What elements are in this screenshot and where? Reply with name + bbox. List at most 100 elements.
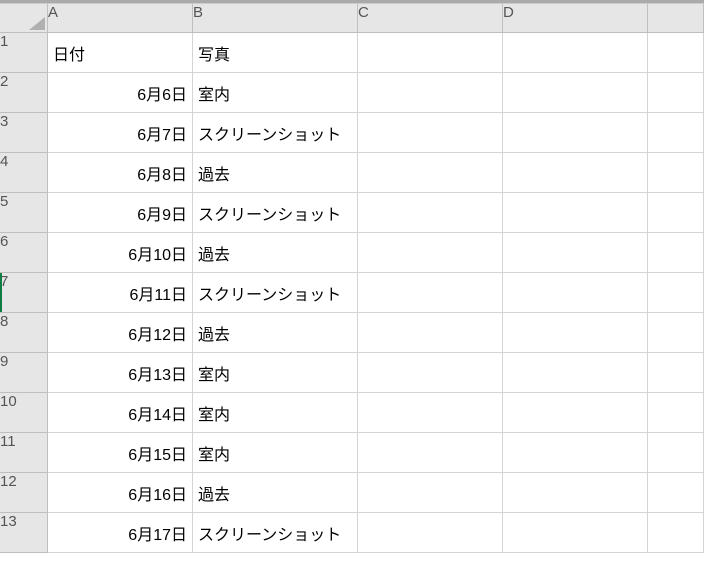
- cell-A9[interactable]: 6月13日: [48, 353, 193, 393]
- cell-C3[interactable]: [358, 113, 503, 153]
- row-header[interactable]: 8: [0, 313, 48, 353]
- cell-value: 過去: [198, 321, 230, 345]
- cell-E5-partial[interactable]: [648, 193, 704, 233]
- col-label: D: [503, 4, 514, 21]
- row-num: 12: [0, 473, 17, 490]
- cell-value: スクリーンショット: [198, 521, 341, 545]
- cell-C2[interactable]: [358, 73, 503, 113]
- cell-D9[interactable]: [503, 353, 648, 393]
- cell-E12-partial[interactable]: [648, 473, 704, 513]
- cell-value: 過去: [198, 161, 230, 185]
- row-header[interactable]: 12: [0, 473, 48, 513]
- row-header[interactable]: 10: [0, 393, 48, 433]
- cell-D5[interactable]: [503, 193, 648, 233]
- cell-E7-partial[interactable]: [648, 273, 704, 313]
- cell-B5[interactable]: スクリーンショット: [193, 193, 358, 233]
- cell-value: 6月12日: [128, 321, 187, 345]
- cell-value: スクリーンショット: [198, 281, 341, 305]
- cell-C7[interactable]: [358, 273, 503, 313]
- cell-B3[interactable]: スクリーンショット: [193, 113, 358, 153]
- row-header[interactable]: 6: [0, 233, 48, 273]
- cell-D2[interactable]: [503, 73, 648, 113]
- cell-E8-partial[interactable]: [648, 313, 704, 353]
- cell-value: 室内: [198, 401, 230, 425]
- cell-C10[interactable]: [358, 393, 503, 433]
- cell-D10[interactable]: [503, 393, 648, 433]
- row-header[interactable]: 13: [0, 513, 48, 553]
- col-label: A: [48, 4, 58, 21]
- cell-E9-partial[interactable]: [648, 353, 704, 393]
- cell-B12[interactable]: 過去: [193, 473, 358, 513]
- cell-D3[interactable]: [503, 113, 648, 153]
- row-header[interactable]: 11: [0, 433, 48, 473]
- cell-B10[interactable]: 室内: [193, 393, 358, 433]
- cell-C8[interactable]: [358, 313, 503, 353]
- cell-A12[interactable]: 6月16日: [48, 473, 193, 513]
- cell-D1[interactable]: [503, 33, 648, 73]
- cell-B2[interactable]: 室内: [193, 73, 358, 113]
- cell-A2[interactable]: 6月6日: [48, 73, 193, 113]
- spreadsheet-grid[interactable]: A B C D 1 日付 写真 2 6月6日 室内 3 6月7日 スクリーンショ…: [0, 3, 704, 553]
- cell-A7[interactable]: 6月11日: [48, 273, 193, 313]
- cell-E3-partial[interactable]: [648, 113, 704, 153]
- cell-D11[interactable]: [503, 433, 648, 473]
- cell-D6[interactable]: [503, 233, 648, 273]
- row-header[interactable]: 3: [0, 113, 48, 153]
- cell-A5[interactable]: 6月9日: [48, 193, 193, 233]
- cell-B4[interactable]: 過去: [193, 153, 358, 193]
- cell-A13[interactable]: 6月17日: [48, 513, 193, 553]
- cell-C12[interactable]: [358, 473, 503, 513]
- col-header-B[interactable]: B: [193, 4, 358, 33]
- cell-C9[interactable]: [358, 353, 503, 393]
- cell-E4-partial[interactable]: [648, 153, 704, 193]
- row-header[interactable]: 2: [0, 73, 48, 113]
- cell-D13[interactable]: [503, 513, 648, 553]
- cell-C5[interactable]: [358, 193, 503, 233]
- cell-E10-partial[interactable]: [648, 393, 704, 433]
- cell-C13[interactable]: [358, 513, 503, 553]
- cell-value: 6月7日: [137, 121, 187, 145]
- cell-D12[interactable]: [503, 473, 648, 513]
- row-header[interactable]: 7: [0, 273, 48, 313]
- cell-B11[interactable]: 室内: [193, 433, 358, 473]
- cell-C11[interactable]: [358, 433, 503, 473]
- col-header-partial[interactable]: [648, 4, 704, 33]
- cell-D8[interactable]: [503, 313, 648, 353]
- row-num: 3: [0, 113, 8, 130]
- select-all-corner[interactable]: [0, 4, 48, 33]
- cell-B8[interactable]: 過去: [193, 313, 358, 353]
- cell-A1[interactable]: 日付: [48, 33, 193, 73]
- cell-value: 過去: [198, 481, 230, 505]
- cell-D7[interactable]: [503, 273, 648, 313]
- cell-A8[interactable]: 6月12日: [48, 313, 193, 353]
- col-header-C[interactable]: C: [358, 4, 503, 33]
- cell-C6[interactable]: [358, 233, 503, 273]
- cell-C4[interactable]: [358, 153, 503, 193]
- cell-A4[interactable]: 6月8日: [48, 153, 193, 193]
- cell-E11-partial[interactable]: [648, 433, 704, 473]
- cell-E1-partial[interactable]: [648, 33, 704, 73]
- row-header[interactable]: 1: [0, 33, 48, 73]
- cell-B7[interactable]: スクリーンショット: [193, 273, 358, 313]
- row-num: 10: [0, 393, 17, 410]
- cell-A10[interactable]: 6月14日: [48, 393, 193, 433]
- row-header[interactable]: 5: [0, 193, 48, 233]
- cell-B1[interactable]: 写真: [193, 33, 358, 73]
- cell-B13[interactable]: スクリーンショット: [193, 513, 358, 553]
- row-header[interactable]: 9: [0, 353, 48, 393]
- cell-E6-partial[interactable]: [648, 233, 704, 273]
- cell-B6[interactable]: 過去: [193, 233, 358, 273]
- cell-D4[interactable]: [503, 153, 648, 193]
- cell-A3[interactable]: 6月7日: [48, 113, 193, 153]
- cell-B9[interactable]: 室内: [193, 353, 358, 393]
- row-num: 1: [0, 33, 8, 50]
- cell-A6[interactable]: 6月10日: [48, 233, 193, 273]
- cell-E13-partial[interactable]: [648, 513, 704, 553]
- col-header-A[interactable]: A: [48, 4, 193, 33]
- cell-E2-partial[interactable]: [648, 73, 704, 113]
- col-header-D[interactable]: D: [503, 4, 648, 33]
- row-header[interactable]: 4: [0, 153, 48, 193]
- cell-C1[interactable]: [358, 33, 503, 73]
- cell-A11[interactable]: 6月15日: [48, 433, 193, 473]
- cell-value: 6月17日: [128, 521, 187, 545]
